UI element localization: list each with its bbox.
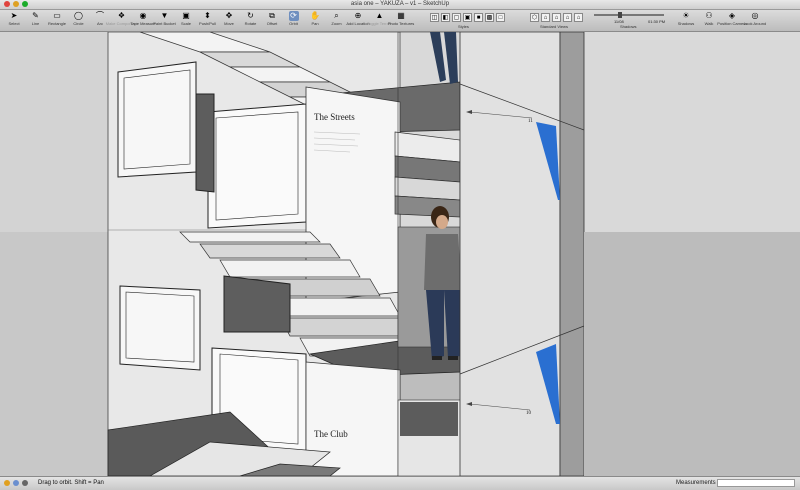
move-icon: ✥	[225, 11, 233, 20]
tool-look-around-button[interactable]: ◎ Look Around	[743, 11, 767, 30]
eye-icon: ◎	[751, 11, 759, 20]
front-view-button[interactable]: ⌂	[552, 13, 561, 22]
shaded-style-button[interactable]: ■	[474, 13, 483, 22]
bucket-icon: ▼	[160, 11, 169, 20]
arc-icon: ⌒	[96, 11, 104, 20]
shadow-date-slider[interactable]	[594, 14, 664, 16]
wireframe-style-button[interactable]: ▢	[452, 13, 461, 22]
info-icon[interactable]	[4, 480, 10, 486]
shadow-time: 01:30 PM	[648, 19, 666, 24]
styles-group: ◫ ◧ ▢ ▣ ■ ▩ □ Styles	[428, 11, 510, 30]
walk-icon: ⚇	[705, 11, 713, 20]
right-tower-side	[559, 32, 585, 476]
window-titlebar: asia one – YAKUZA – v1 – SketchUp	[0, 0, 800, 10]
top-view-button[interactable]: ⌂	[541, 13, 550, 22]
arrow-icon: ➤	[10, 11, 18, 20]
rotate-icon: ↻	[247, 11, 254, 20]
hand-icon: ✋	[310, 11, 320, 20]
globe-icon: ⊕	[354, 11, 362, 20]
standard-views-label: Standard Views	[540, 24, 568, 29]
rectangle-icon: ▭	[53, 11, 61, 20]
measurements-label: Measurements	[676, 480, 716, 486]
dimension-lower: 10	[526, 411, 532, 416]
hidden-line-style-button[interactable]: ▣	[463, 13, 472, 22]
credits-icon[interactable]	[13, 480, 19, 486]
shadows-settings: 11/08 01:30 PM Shadows	[592, 11, 668, 30]
xray-style-button[interactable]: ◫	[430, 13, 439, 22]
main-toolbar: ➤ Select ✎ Line ▭ Rectangle ◯ Circle ⌒ Arc ❖ Make C…	[0, 10, 800, 32]
club-sign-text: The Club	[314, 429, 348, 439]
streets-sign-text: The Streets	[314, 112, 355, 122]
offset-icon: ⧉	[269, 11, 275, 20]
terrain-icon: ▲	[375, 11, 384, 20]
shadows-settings-label: Shadows	[620, 24, 637, 29]
background-ground-right	[584, 232, 800, 476]
orbit-icon: ⟳	[288, 11, 299, 21]
middle-staircase	[394, 131, 461, 218]
photo-icon: ▦	[397, 11, 405, 20]
iso-view-button[interactable]: ⬡	[530, 13, 539, 22]
tool-label: Photo Textures	[387, 21, 415, 26]
back-view-button[interactable]: ⌂	[574, 13, 583, 22]
window-title: asia one – YAKUZA – v1 – SketchUp	[350, 1, 450, 7]
right-view-button[interactable]: ⌂	[563, 13, 572, 22]
magnifier-icon: ⌕	[334, 11, 339, 20]
pencil-icon: ✎	[32, 11, 39, 20]
camera-icon: ◈	[728, 11, 736, 20]
shaded-textures-style-button[interactable]: ▩	[485, 13, 494, 22]
status-hint: Drag to orbit. Shift = Pan	[38, 480, 104, 486]
model-scene: The Streets The Club 11 10	[0, 32, 800, 476]
pushpull-icon: ⬍	[204, 11, 211, 20]
component-icon: ❖	[117, 11, 126, 20]
styles-label: Styles	[458, 24, 469, 29]
right-tower-face	[459, 32, 561, 476]
tape-icon: ◉	[139, 11, 147, 20]
tool-label: Look Around	[743, 21, 767, 26]
measurements-input[interactable]	[717, 479, 795, 487]
back-edges-style-button[interactable]: ◧	[441, 13, 450, 22]
sun-icon: ☀	[682, 11, 690, 20]
monochrome-style-button[interactable]: □	[496, 13, 505, 22]
tool-photo-textures-button[interactable]: ▦ Photo Textures	[388, 11, 415, 30]
model-viewport[interactable]: The Streets The Club 11 10	[0, 32, 800, 476]
standard-views-group: ⬡ ⌂ ⌂ ⌂ ⌂ Standard Views	[528, 11, 590, 30]
scale-icon: ▣	[182, 11, 190, 20]
circle-icon: ◯	[74, 11, 83, 20]
statusbar: Drag to orbit. Shift = Pan Measurements	[0, 476, 800, 490]
dimension-upper: 11	[528, 119, 533, 124]
user-icon[interactable]	[22, 480, 28, 486]
shadow-date-handle[interactable]	[618, 12, 622, 18]
